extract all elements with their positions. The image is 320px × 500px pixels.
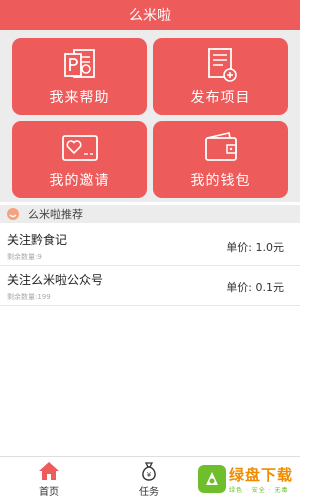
home-icon (38, 461, 60, 481)
heart-card-icon (60, 130, 100, 166)
powerpoint-icon (60, 47, 100, 83)
tile-label: 我来帮助 (49, 89, 110, 106)
tile-publish[interactable]: 发布项目 (153, 38, 288, 115)
tab-home[interactable]: 首页 (19, 461, 79, 498)
task-title: 关注黔食记 (7, 233, 68, 247)
app-header: 么米啦 (0, 0, 300, 30)
tile-wallet[interactable]: 我的钱包 (153, 121, 288, 198)
document-add-icon (201, 47, 241, 83)
task-price: 单价: 1.0元 (226, 241, 284, 254)
task-price: 单价: 0.1元 (226, 281, 284, 294)
page-title: 么米啦 (129, 8, 171, 24)
svg-text:¥: ¥ (147, 471, 152, 479)
watermark-text: 绿盘下载 (229, 466, 294, 484)
recommend-title: 么米啦推荐 (28, 208, 83, 221)
task-title: 关注么米啦公众号 (7, 273, 104, 287)
tab-label: 首页 (39, 487, 59, 498)
feature-grid: 我来帮助 发布项目 我的邀请 我的钱包 (0, 30, 300, 202)
tile-label: 发布项目 (190, 89, 251, 106)
list-item[interactable]: 关注么米啦公众号 剩余数量:199 单价: 0.1元 (0, 266, 300, 306)
tab-tasks[interactable]: ¥ 任务 (119, 461, 179, 498)
watermark-logo-icon (198, 465, 226, 493)
tile-label: 我的钱包 (190, 172, 251, 189)
tile-help[interactable]: 我来帮助 (12, 38, 147, 115)
recommend-header: 么米啦推荐 (0, 205, 300, 223)
tab-label: 任务 (139, 487, 159, 498)
tile-invite[interactable]: 我的邀请 (12, 121, 147, 198)
list-item[interactable]: 关注黔食记 剩余数量:9 单价: 1.0元 (0, 226, 300, 266)
wallet-icon (201, 130, 241, 166)
watermark-subtext: 绿色 · 安全 · 无毒 (229, 487, 289, 494)
task-remaining: 剩余数量:199 (7, 293, 51, 301)
tile-label: 我的邀请 (49, 172, 110, 189)
money-bag-icon: ¥ (138, 461, 160, 481)
smile-icon (6, 207, 20, 221)
watermark: 绿盘下载 绿色 · 安全 · 无毒 (198, 458, 300, 500)
task-remaining: 剩余数量:9 (7, 253, 42, 261)
